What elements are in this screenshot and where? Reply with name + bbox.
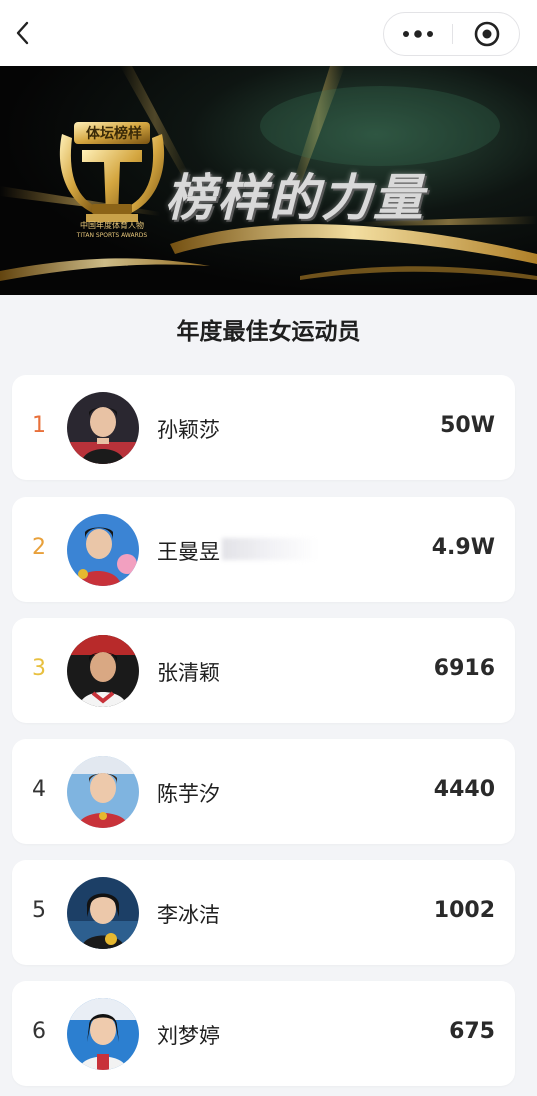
banner-logo-english: TITAN SPORTS AWARDS (76, 232, 148, 239)
athlete-name: 孙颖莎 (157, 418, 220, 442)
ranking-card-5[interactable]: 5 李冰洁 1002 (12, 860, 515, 965)
rank-number: 3 (32, 656, 46, 681)
athlete-name: 陈芋汐 (157, 782, 220, 806)
athlete-name: 张清颖 (157, 661, 220, 685)
top-nav-bar (0, 0, 537, 66)
banner-logo-text: 体坛榜样 (86, 126, 142, 142)
more-button[interactable] (384, 13, 452, 55)
rank-number: 6 (32, 1019, 46, 1044)
athlete-photo-icon (67, 877, 139, 949)
avatar[interactable] (67, 998, 139, 1070)
vote-count: 4440 (433, 777, 495, 802)
chevron-left-icon (16, 21, 29, 45)
athlete-photo-icon (67, 998, 139, 1070)
rank-number: 1 (32, 413, 46, 438)
rank-number: 5 (32, 898, 46, 923)
rank-number: 4 (32, 777, 46, 802)
ranking-card-3[interactable]: 3 张清颖 6916 (12, 618, 515, 723)
ranking-card-4[interactable]: 4 陈芋汐 4440 (12, 739, 515, 844)
close-button[interactable] (453, 13, 520, 55)
vote-count: 4.9W (431, 535, 495, 560)
section-title: 年度最佳女运动员 (176, 319, 361, 345)
target-close-icon (474, 21, 499, 47)
athlete-name: 刘梦婷 (157, 1024, 220, 1048)
ranking-card-6[interactable]: 6 刘梦婷 675 (12, 981, 515, 1086)
back-button[interactable] (8, 14, 38, 52)
vote-count: 675 (449, 1019, 495, 1044)
avatar[interactable] (67, 756, 139, 828)
banner-title: 榜样的力量 (165, 169, 425, 227)
ranking-card-1[interactable]: 1 孙颖莎 50W (12, 375, 515, 480)
vote-count: 50W (440, 413, 495, 438)
avatar[interactable] (67, 635, 139, 707)
vote-count: 6916 (433, 656, 495, 681)
hero-banner: 体坛榜样 中国年度体育人物 TITAN SPORTS AWARDS 榜样的力量 (0, 66, 537, 295)
avatar[interactable] (67, 392, 139, 464)
avatar[interactable] (67, 514, 139, 586)
mini-program-capsule (383, 12, 520, 56)
vote-count: 1002 (433, 898, 495, 923)
ranking-card-2[interactable]: 2 王曼昱 4.9W (12, 497, 515, 602)
athlete-name: 李冰洁 (157, 903, 220, 927)
athlete-photo-icon (67, 635, 139, 707)
athlete-photo-icon (67, 756, 139, 828)
athlete-photo-icon (67, 514, 139, 586)
athlete-photo-icon (67, 392, 139, 464)
athlete-name: 王曼昱 (157, 540, 220, 564)
avatar[interactable] (67, 877, 139, 949)
more-dots-icon (403, 30, 433, 38)
banner-logo-subtitle: 中国年度体育人物 (80, 221, 144, 230)
rank-number: 2 (32, 535, 46, 560)
blurred-overlay (222, 538, 318, 560)
